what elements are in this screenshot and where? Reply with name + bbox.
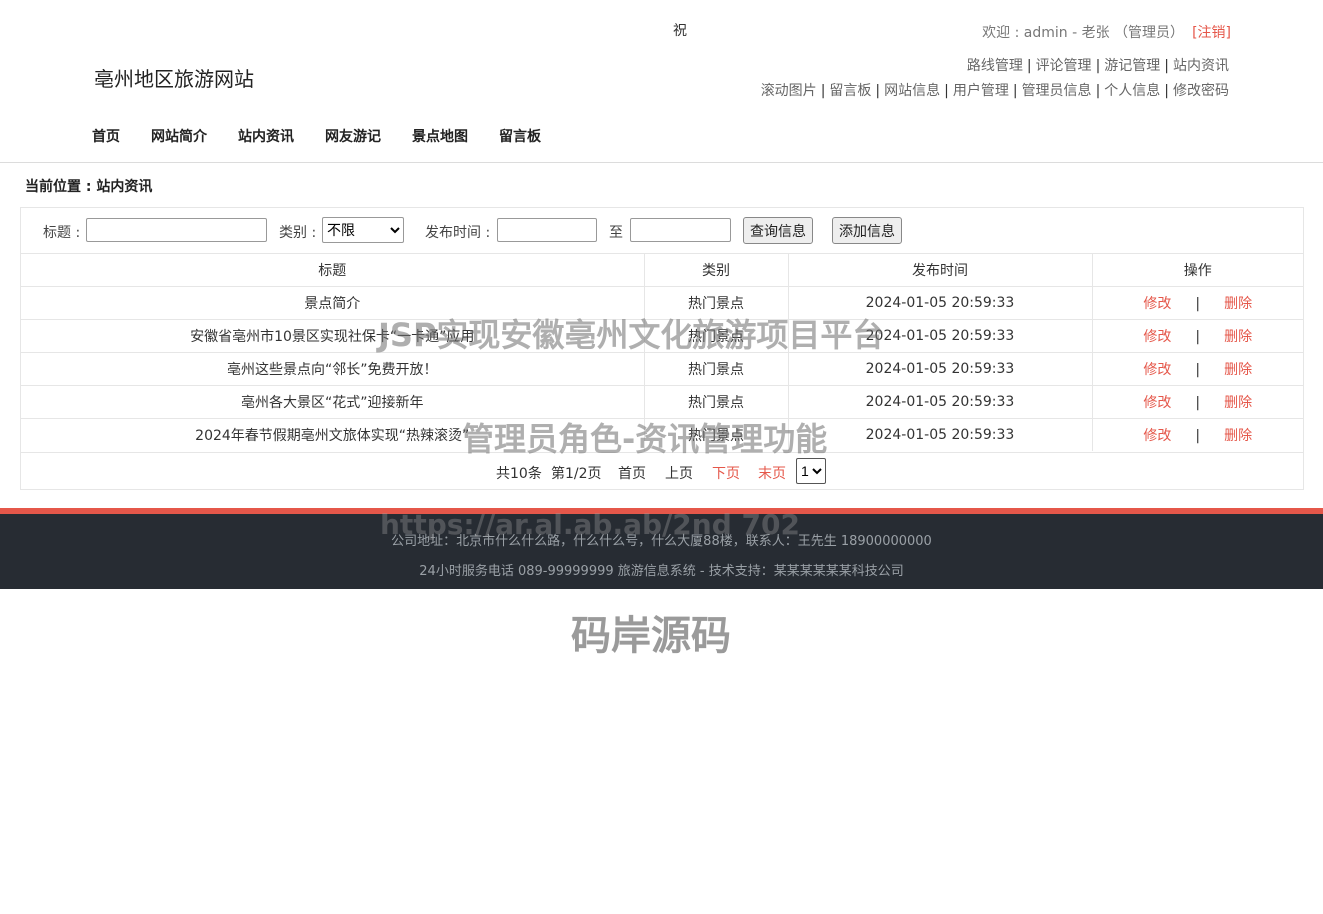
action-separator: |: [1195, 329, 1201, 345]
delete-link[interactable]: 删除: [1224, 428, 1252, 444]
cell-actions: 修改 | 删除: [1091, 286, 1303, 320]
delete-link[interactable]: 删除: [1224, 362, 1252, 378]
nav-map[interactable]: 景点地图: [412, 129, 468, 145]
col-header-time: 发布时间: [787, 253, 1092, 287]
admin-link-news[interactable]: 站内资讯: [1173, 58, 1229, 74]
date-to-label: 至: [609, 225, 623, 241]
edit-link[interactable]: 修改: [1143, 428, 1171, 444]
search-bar: 标题 : 类别 : 不限 发布时间 : 至 查询信息 添加信息: [21, 208, 1303, 253]
date-to-input[interactable]: [630, 218, 731, 242]
main-nav: 首页 网站简介 站内资讯 网友游记 景点地图 留言板: [92, 126, 572, 146]
pager-next[interactable]: 下页: [712, 463, 740, 483]
action-separator: |: [1195, 296, 1201, 312]
edit-link[interactable]: 修改: [1143, 296, 1171, 312]
cell-time: 2024-01-05 20:59:33: [787, 319, 1092, 353]
page-footer: 公司地址：北京市什么什么路，什么什么号，什么大厦88楼，联系人：王先生 1890…: [0, 508, 1323, 589]
admin-links-row2: 滚动图片 | 留言板 | 网站信息 | 用户管理 | 管理员信息 | 个人信息 | 修改密码: [760, 83, 1229, 99]
delete-link[interactable]: 删除: [1224, 329, 1252, 345]
edit-link[interactable]: 修改: [1143, 395, 1171, 411]
pager-prev[interactable]: 上页: [665, 463, 693, 483]
col-header-actions: 操作: [1091, 253, 1303, 287]
pager-total: 共10条: [496, 466, 542, 482]
table-row: 安徽省亳州市10景区实现社保卡“一卡通”应用 热门景点 2024-01-05 2…: [21, 319, 1303, 353]
cell-title: 安徽省亳州市10景区实现社保卡“一卡通”应用: [21, 319, 644, 353]
admin-link-profile[interactable]: 个人信息: [1104, 83, 1160, 99]
site-title: 亳州地区旅游网站: [94, 67, 254, 91]
cell-actions: 修改 | 删除: [1091, 319, 1303, 353]
cell-actions: 修改 | 删除: [1091, 418, 1303, 451]
delete-link[interactable]: 删除: [1224, 395, 1252, 411]
cell-category: 热门景点: [643, 385, 788, 419]
admin-link-slider[interactable]: 滚动图片: [761, 83, 817, 99]
admin-link-password[interactable]: 修改密码: [1173, 83, 1229, 99]
logout-link[interactable]: [注销]: [1192, 25, 1231, 41]
cell-category: 热门景点: [643, 319, 788, 353]
footer-address: 公司地址：北京市什么什么路，什么什么号，什么大厦88楼，联系人：王先生 1890…: [391, 534, 932, 549]
watermark-brand: 码岸源码: [571, 613, 731, 659]
cell-time: 2024-01-05 20:59:33: [787, 286, 1092, 320]
table-header-row: 标题 类别 发布时间 操作: [21, 253, 1303, 287]
page-select[interactable]: 1: [796, 458, 826, 484]
date-label: 发布时间 :: [425, 225, 491, 241]
delete-link[interactable]: 删除: [1224, 296, 1252, 312]
category-label: 类别 :: [279, 225, 317, 241]
cell-title: 2024年春节假期亳州文旅体实现“热辣滚烫”: [21, 418, 644, 451]
table-row: 2024年春节假期亳州文旅体实现“热辣滚烫” 热门景点 2024-01-05 2…: [21, 418, 1303, 451]
pager-first[interactable]: 首页: [618, 463, 646, 483]
admin-link-comment[interactable]: 评论管理: [1036, 58, 1092, 74]
cell-time: 2024-01-05 20:59:33: [787, 385, 1092, 419]
category-select[interactable]: 不限: [322, 217, 404, 243]
cell-title: 景点简介: [21, 286, 644, 320]
breadcrumb: 当前位置 : 站内资讯: [25, 179, 153, 195]
admin-link-admins[interactable]: 管理员信息: [1022, 83, 1092, 99]
pager-page: 第1/2页: [551, 466, 602, 482]
marquee-text: 祝: [673, 23, 687, 39]
col-header-title: 标题: [21, 253, 644, 287]
nav-guestbook[interactable]: 留言板: [499, 129, 541, 145]
cell-title: 亳州各大景区“花式”迎接新年: [21, 385, 644, 419]
nav-intro[interactable]: 网站简介: [151, 129, 207, 145]
action-separator: |: [1195, 428, 1201, 444]
page-header: 祝 亳州地区旅游网站 欢迎 : admin - 老张 （管理员） [注销] 路线管…: [0, 0, 1323, 163]
admin-links-row1: 路线管理 | 评论管理 | 游记管理 | 站内资讯: [966, 58, 1229, 74]
admin-link-users[interactable]: 用户管理: [953, 83, 1009, 99]
edit-link[interactable]: 修改: [1143, 362, 1171, 378]
cell-category: 热门景点: [643, 286, 788, 320]
table-row: 亳州这些景点向“邻长”免费开放！ 热门景点 2024-01-05 20:59:3…: [21, 352, 1303, 386]
pagination: 共10条 第1/2页 首页 上页 下页 末页 1: [21, 452, 1303, 490]
news-table: 标题 类别 发布时间 操作 景点简介 热门景点 2024-01-05 20:59…: [21, 253, 1303, 451]
welcome-bar: 欢迎 : admin - 老张 （管理员） [注销]: [982, 22, 1231, 42]
nav-news[interactable]: 站内资讯: [238, 129, 294, 145]
news-panel: 标题 : 类别 : 不限 发布时间 : 至 查询信息 添加信息 标题 类别 发布…: [20, 207, 1304, 490]
cell-title: 亳州这些景点向“邻长”免费开放！: [21, 352, 644, 386]
action-separator: |: [1195, 362, 1201, 378]
date-from-input[interactable]: [497, 218, 597, 242]
cell-time: 2024-01-05 20:59:33: [787, 352, 1092, 386]
cell-time: 2024-01-05 20:59:33: [787, 418, 1092, 451]
pager-last[interactable]: 末页: [758, 463, 786, 483]
query-button[interactable]: 查询信息: [743, 217, 813, 244]
admin-link-guestbook[interactable]: 留言板: [829, 83, 871, 99]
welcome-text: 欢迎 : admin - 老张 （管理员）: [982, 25, 1185, 41]
cell-category: 热门景点: [643, 418, 788, 451]
cell-category: 热门景点: [643, 352, 788, 386]
action-separator: |: [1195, 395, 1201, 411]
col-header-category: 类别: [643, 253, 788, 287]
edit-link[interactable]: 修改: [1143, 329, 1171, 345]
cell-actions: 修改 | 删除: [1091, 352, 1303, 386]
title-label: 标题 :: [43, 225, 81, 241]
table-row: 亳州各大景区“花式”迎接新年 热门景点 2024-01-05 20:59:33 …: [21, 385, 1303, 419]
title-input[interactable]: [86, 218, 267, 242]
admin-link-route[interactable]: 路线管理: [967, 58, 1023, 74]
add-button[interactable]: 添加信息: [832, 217, 902, 244]
footer-service: 24小时服务电话 089-99999999 旅游信息系统 - 技术支持：某某某某…: [419, 564, 904, 579]
nav-home[interactable]: 首页: [92, 129, 120, 145]
table-row: 景点简介 热门景点 2024-01-05 20:59:33 修改 | 删除: [21, 286, 1303, 320]
cell-actions: 修改 | 删除: [1091, 385, 1303, 419]
nav-travelnotes[interactable]: 网友游记: [325, 129, 381, 145]
admin-link-travelnote[interactable]: 游记管理: [1104, 58, 1160, 74]
admin-link-siteinfo[interactable]: 网站信息: [884, 83, 940, 99]
